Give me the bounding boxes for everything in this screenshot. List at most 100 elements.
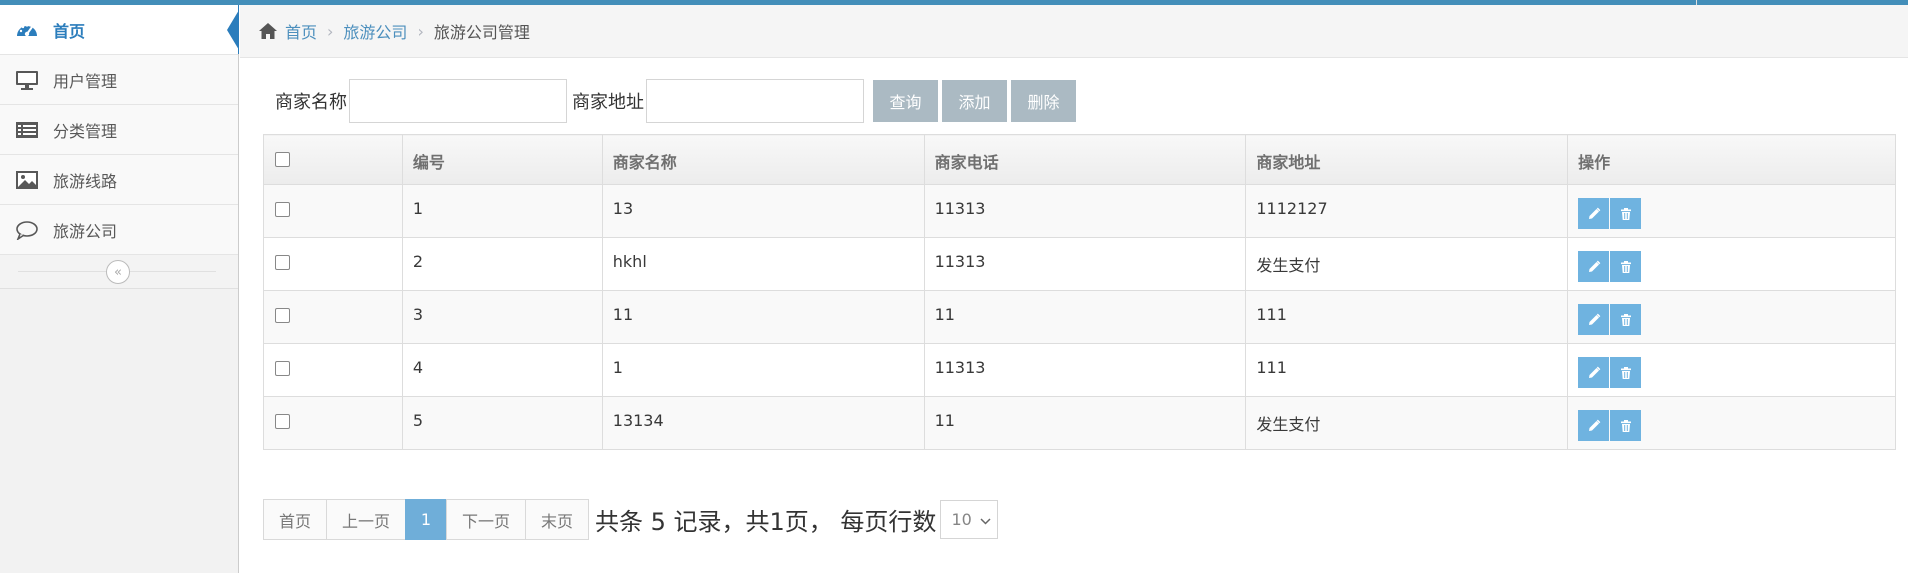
table-row: 4 1 11313 111 [263, 343, 1896, 397]
row-select-cell [263, 290, 403, 344]
row-select-cell [263, 237, 403, 291]
column-header: 操作 [1567, 134, 1896, 185]
first-page-button[interactable]: 首页 [263, 499, 327, 540]
cell-merchant-address: 发生支付 [1245, 396, 1569, 450]
cell-merchant-address: 1112127 [1245, 184, 1569, 238]
breadcrumb: 首页 › 旅游公司 › 旅游公司管理 [240, 5, 1908, 58]
cell-merchant-name: 11 [601, 290, 925, 344]
merchant-address-label: 商家地址 [572, 92, 644, 113]
cell-merchant-phone: 11313 [923, 343, 1247, 397]
cell-merchant-name: 1 [601, 343, 925, 397]
page-size-select[interactable]: 10 [940, 500, 999, 539]
merchant-name-label: 商家名称 [275, 92, 347, 113]
delete-row-button[interactable] [1610, 251, 1642, 282]
row-select-cell [263, 343, 403, 397]
select-all-checkbox[interactable] [275, 152, 290, 167]
cell-id: 5 [401, 396, 603, 450]
page-button-current[interactable]: 1 [405, 499, 447, 540]
table-row: 1 13 11313 1112127 [263, 184, 1896, 238]
cell-merchant-name: 13 [601, 184, 925, 238]
delete-button[interactable]: 删除 [1011, 80, 1076, 122]
collapse-sidebar-button[interactable]: « [106, 260, 130, 284]
pencil-icon [1587, 366, 1601, 380]
cell-merchant-phone: 11313 [923, 237, 1247, 291]
row-checkbox[interactable] [275, 361, 290, 376]
page-size-value: 10 [951, 510, 972, 529]
row-checkbox[interactable] [275, 308, 290, 323]
cell-merchant-address: 111 [1245, 343, 1569, 397]
delete-row-button[interactable] [1610, 410, 1642, 441]
trash-icon [1619, 366, 1633, 380]
table-row: 2 hkhl 11313 发生支付 [263, 237, 1896, 291]
table-row: 3 11 11 111 [263, 290, 1896, 344]
trash-icon [1619, 419, 1633, 433]
delete-row-button[interactable] [1610, 357, 1642, 388]
breadcrumb-separator: › [417, 21, 424, 41]
prev-page-button[interactable]: 上一页 [326, 499, 406, 540]
list-icon [14, 120, 40, 140]
last-page-button[interactable]: 末页 [525, 499, 589, 540]
comment-icon [14, 220, 40, 240]
edit-button[interactable] [1578, 410, 1610, 441]
next-page-button[interactable]: 下一页 [446, 499, 526, 540]
pencil-icon [1587, 313, 1601, 327]
picture-icon [14, 170, 40, 190]
sidebar-item-categories[interactable]: 分类管理 [0, 105, 238, 155]
merchant-address-input[interactable] [646, 79, 864, 123]
row-checkbox[interactable] [275, 255, 290, 270]
sidebar-item-label: 旅游公司 [53, 221, 118, 241]
home-icon [258, 22, 278, 40]
table-row: 5 13134 11 发生支付 [263, 396, 1896, 450]
cell-actions [1567, 343, 1896, 397]
merchant-name-input[interactable] [349, 79, 567, 123]
sidebar-item-label: 旅游线路 [53, 171, 118, 191]
delete-row-button[interactable] [1610, 198, 1642, 229]
sidebar-item-routes[interactable]: 旅游线路 [0, 155, 238, 205]
cell-merchant-phone: 11 [923, 396, 1247, 450]
desktop-icon [14, 70, 40, 90]
pagination: 首页 上一页 1 下一页 末页 共条 5 记录，共1页， 每页行数 10 [263, 499, 999, 540]
delete-row-button[interactable] [1610, 304, 1642, 335]
pagination-info: 共条 5 记录，共1页， 每页行数 [595, 508, 937, 536]
breadcrumb-separator: › [327, 21, 334, 41]
cell-merchant-address: 111 [1245, 290, 1569, 344]
sidebar-collapse-row: « [0, 255, 238, 289]
pencil-icon [1587, 207, 1601, 221]
row-checkbox[interactable] [275, 414, 290, 429]
cell-merchant-phone: 11313 [923, 184, 1247, 238]
edit-button[interactable] [1578, 304, 1610, 335]
sidebar-item-home[interactable]: 首页 [0, 5, 239, 55]
add-button[interactable]: 添加 [942, 80, 1007, 122]
double-chevron-left-icon: « [114, 264, 122, 280]
row-checkbox[interactable] [275, 202, 290, 217]
cell-id: 3 [401, 290, 603, 344]
column-header: 商家地址 [1245, 134, 1569, 185]
sidebar-item-label: 用户管理 [53, 71, 118, 91]
trash-icon [1619, 313, 1633, 327]
cell-actions [1567, 290, 1896, 344]
cell-actions [1567, 237, 1896, 291]
column-header: 商家名称 [601, 134, 925, 185]
chevron-down-icon [980, 510, 991, 529]
row-select-cell [263, 396, 403, 450]
cell-id: 1 [401, 184, 603, 238]
edit-button[interactable] [1578, 198, 1610, 229]
column-header: 商家电话 [923, 134, 1247, 185]
sidebar: 首页 用户管理 分类管理 旅游线路 旅游公司 « [0, 5, 239, 573]
edit-button[interactable] [1578, 251, 1610, 282]
edit-button[interactable] [1578, 357, 1610, 388]
column-header: 编号 [401, 134, 603, 185]
sidebar-item-companies[interactable]: 旅游公司 [0, 205, 238, 255]
cell-merchant-address: 发生支付 [1245, 237, 1569, 291]
query-button[interactable]: 查询 [873, 80, 938, 122]
breadcrumb-parent-link[interactable]: 旅游公司 [343, 19, 407, 43]
trash-icon [1619, 207, 1633, 221]
breadcrumb-current: 旅游公司管理 [433, 23, 530, 42]
pencil-icon [1587, 260, 1601, 274]
search-bar: 商家名称 商家地址 查询 添加 删除 [275, 78, 1076, 124]
cell-merchant-name: 13134 [601, 396, 925, 450]
breadcrumb-home-link[interactable]: 首页 [285, 19, 317, 43]
cell-merchant-phone: 11 [923, 290, 1247, 344]
cell-id: 4 [401, 343, 603, 397]
sidebar-item-users[interactable]: 用户管理 [0, 55, 238, 105]
